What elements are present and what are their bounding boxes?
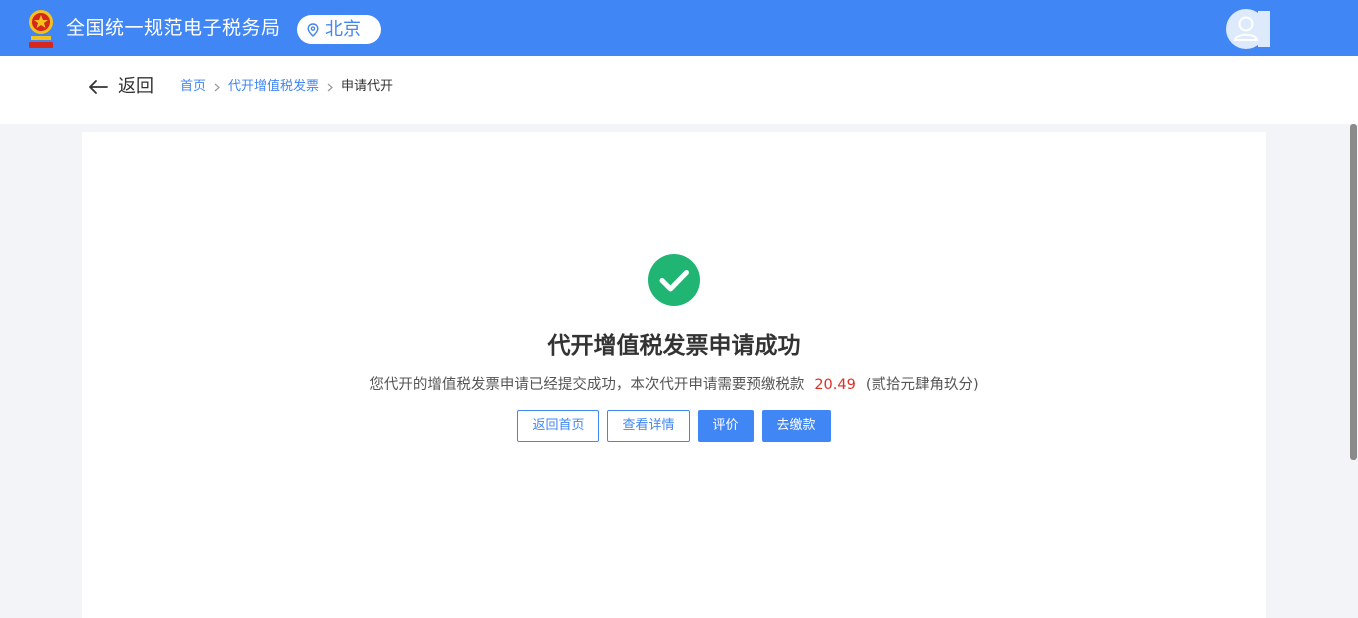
result-title: 代开增值税发票申请成功: [547, 333, 801, 359]
app-title: 全国统一规范电子税务局: [66, 17, 281, 39]
navigation-bar: 返回 首页 代开增值税发票 申请代开: [0, 56, 1358, 124]
chevron-right-icon: [214, 83, 220, 91]
result-description: 您代开的增值税发票申请已经提交成功，本次代开申请需要预缴税款 20.49 (贰拾元肆…: [82, 375, 1266, 395]
tax-emblem-icon: [29, 10, 53, 48]
back-label: 返回: [118, 76, 154, 97]
location-selector[interactable]: 北京: [297, 15, 381, 44]
prepay-amount-words: (贰拾元肆角玖分): [865, 377, 979, 393]
prepay-amount: 20.49: [814, 377, 856, 393]
back-button[interactable]: 返回: [88, 75, 154, 99]
user-avatar-icon[interactable]: [1226, 9, 1270, 49]
chevron-right-icon: [327, 83, 333, 91]
return-home-button[interactable]: 返回首页: [517, 410, 600, 442]
breadcrumb-current: 申请代开: [341, 79, 394, 94]
breadcrumb-home-link[interactable]: 首页: [180, 78, 206, 96]
top-header-bar: 全国统一规范电子税务局 北京: [0, 0, 1358, 56]
location-pin-icon: [307, 22, 319, 37]
result-description-text: 您代开的增值税发票申请已经提交成功，本次代开申请需要预缴税款: [369, 377, 805, 393]
scrollbar-thumb[interactable]: [1350, 124, 1357, 460]
pay-button[interactable]: 去缴款: [761, 410, 831, 442]
breadcrumb: 首页 代开增值税发票 申请代开: [180, 78, 393, 96]
breadcrumb-section-link[interactable]: 代开增值税发票: [228, 78, 319, 96]
evaluate-button[interactable]: 评价: [697, 410, 754, 442]
view-details-button[interactable]: 查看详情: [607, 410, 690, 442]
arrow-left-icon: [89, 80, 108, 94]
success-check-icon: [648, 254, 700, 306]
action-buttons: 返回首页 查看详情 评价 去缴款: [82, 410, 1266, 442]
result-card: 代开增值税发票申请成功 您代开的增值税发票申请已经提交成功，本次代开申请需要预缴…: [82, 132, 1266, 618]
location-city: 北京: [325, 18, 361, 40]
